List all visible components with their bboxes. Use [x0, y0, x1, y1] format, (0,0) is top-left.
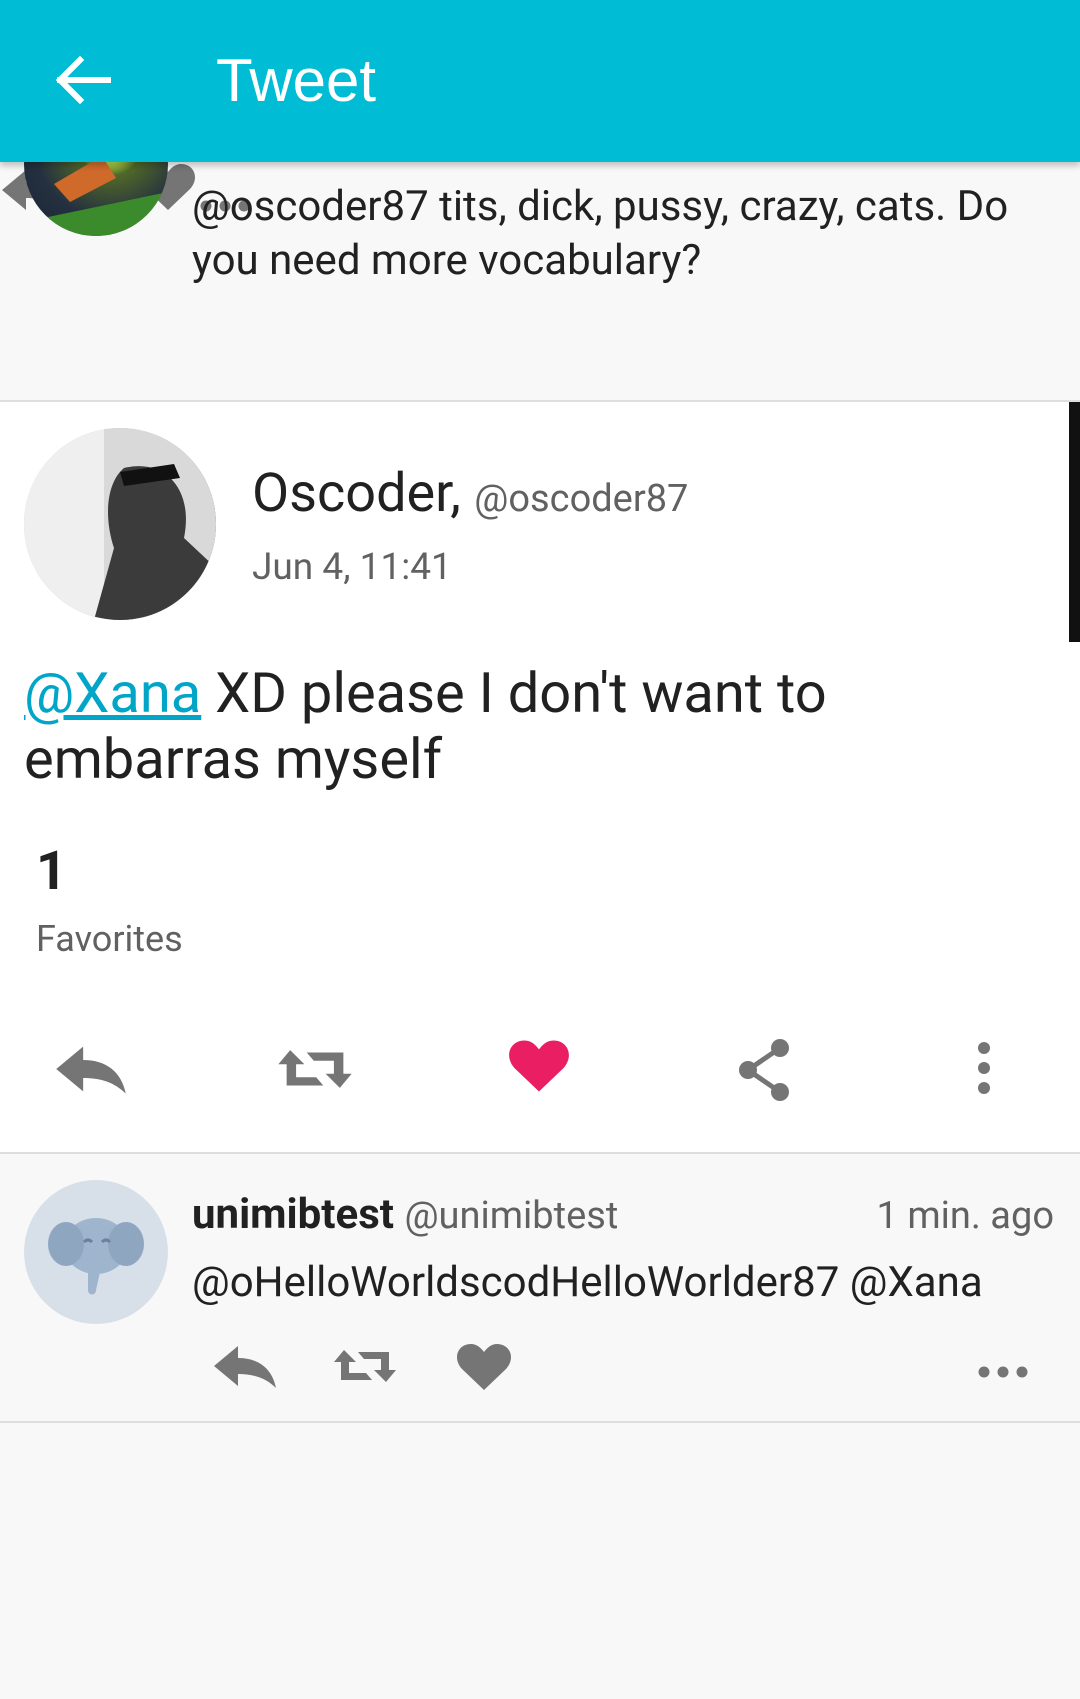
more-icon[interactable] [978, 1366, 1028, 1378]
tweet-text: @oHelloWorldscodHelloWorlder87 @Xana [192, 1258, 983, 1307]
favorites-count: 1 [36, 840, 67, 903]
user-handle: @unimibtest [404, 1194, 619, 1238]
user-name[interactable]: Oscoder, @oscoder87 [252, 462, 688, 525]
like-icon[interactable] [508, 1038, 570, 1094]
app-bar: Tweet [0, 0, 1080, 162]
reply-icon[interactable] [212, 1344, 278, 1388]
elephant-icon [48, 1218, 144, 1295]
retweet-icon[interactable] [332, 1346, 398, 1386]
avatar[interactable] [24, 428, 216, 620]
tweet-date: Jun 4, 11:41 [252, 546, 452, 589]
avatar[interactable] [24, 1180, 168, 1324]
tweet-time: 1 min. ago [876, 1194, 1054, 1238]
share-icon[interactable] [736, 1038, 792, 1102]
display-name: Oscoder, [252, 462, 461, 525]
like-icon[interactable] [456, 1342, 512, 1392]
main-tweet: Oscoder, @oscoder87 Jun 4, 11:41 @Xana X… [0, 402, 1080, 1154]
previous-tweet[interactable]: @oscoder87 tits, dick, pussy, crazy, cat… [0, 92, 1080, 402]
reply-icon[interactable] [54, 1044, 128, 1094]
favorites-label: Favorites [36, 918, 183, 960]
scrollbar[interactable] [1069, 402, 1080, 642]
tweet-text: @Xana XD please I don't want to embarras… [24, 660, 1024, 792]
arrow-back-icon[interactable] [54, 56, 112, 104]
user-handle: @oscoder87 [474, 477, 689, 521]
avatar-image [24, 428, 216, 620]
mention-link[interactable]: @Xana [24, 660, 201, 726]
retweet-icon[interactable] [276, 1045, 354, 1093]
overflow-menu-icon[interactable] [976, 1042, 992, 1094]
username: unimibtest [192, 1190, 394, 1239]
tweet-text: @oscoder87 tits, dick, pussy, crazy, cat… [192, 182, 1009, 285]
user-name[interactable]: unimibtest @unimibtest [192, 1190, 618, 1239]
page-title: Tweet [216, 47, 377, 114]
reply-tweet[interactable]: unimibtest @unimibtest 1 min. ago @oHell… [0, 1154, 1080, 1423]
